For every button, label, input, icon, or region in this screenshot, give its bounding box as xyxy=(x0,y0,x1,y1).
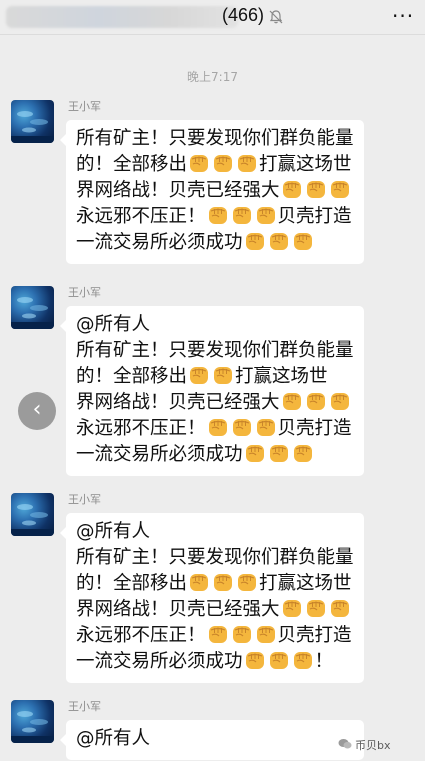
raised-fist-emoji xyxy=(208,207,227,224)
avatar[interactable] xyxy=(11,286,54,329)
message-line: 界网络战！贝壳已经强大 xyxy=(76,390,354,416)
message-text: @所有人 xyxy=(76,728,151,749)
message-line: 一流交易所必须成功 xyxy=(76,442,354,468)
message-timestamp: 晚上7:17 xyxy=(187,70,238,84)
message-line: @所有人 xyxy=(76,519,354,545)
avatar[interactable] xyxy=(11,493,54,536)
message-line: 的！全部移出 打赢这场世 xyxy=(76,364,354,390)
raised-fist-emoji xyxy=(245,233,264,250)
message-line: 界网络战！贝壳已经强大 xyxy=(76,597,354,623)
message-text: 打赢这场世 xyxy=(235,366,328,387)
avatar[interactable] xyxy=(11,100,54,143)
message-text: 所有矿主！只要发现你们群负能量 xyxy=(76,340,354,361)
message-text: 界网络战！贝壳已经强大 xyxy=(76,180,280,201)
message-text: 界网络战！贝壳已经强大 xyxy=(76,599,280,620)
raised-fist-emoji xyxy=(306,393,325,410)
raised-fist-emoji xyxy=(293,652,312,669)
message-bubble[interactable]: @所有人 xyxy=(60,720,364,760)
message-text: 的！全部移出 xyxy=(76,573,188,594)
message-text: 永远邪不压正！ xyxy=(76,206,206,227)
raised-fist-emoji xyxy=(269,652,288,669)
raised-fist-emoji xyxy=(238,574,257,591)
message-text: 贝壳打造 xyxy=(277,418,352,439)
raised-fist-emoji xyxy=(306,600,325,617)
chat-header: (466) ··· xyxy=(0,0,425,35)
chevron-left-icon[interactable]: ‹ xyxy=(18,392,56,430)
message-line: @所有人 xyxy=(76,312,354,338)
raised-fist-emoji xyxy=(190,574,209,591)
message-text: 贝壳打造 xyxy=(277,206,352,227)
raised-fist-emoji xyxy=(330,600,349,617)
message-line: 所有矿主！只要发现你们群负能量 xyxy=(76,545,354,571)
message-line: 永远邪不压正！ 贝壳打造 xyxy=(76,204,354,230)
message-text: 贝壳打造 xyxy=(277,625,352,646)
raised-fist-emoji xyxy=(208,419,227,436)
raised-fist-emoji xyxy=(190,155,209,172)
raised-fist-emoji xyxy=(269,445,288,462)
raised-fist-emoji xyxy=(214,574,233,591)
message-text: 所有矿主！只要发现你们群负能量 xyxy=(76,547,354,568)
message-text: 一流交易所必须成功 xyxy=(76,444,243,465)
message-text: 的！全部移出 xyxy=(76,366,188,387)
raised-fist-emoji xyxy=(208,626,227,643)
message-bubble[interactable]: @所有人所有矿主！只要发现你们群负能量 的！全部移出 打赢这场世界网络战！贝壳已经强… xyxy=(60,513,364,683)
message-text: ！ xyxy=(314,651,334,672)
sender-name: 王小军 xyxy=(68,700,101,713)
raised-fist-emoji xyxy=(282,600,301,617)
message-line: 一流交易所必须成功 ！ xyxy=(76,649,354,675)
message-text: @所有人 xyxy=(76,521,151,542)
wechat-icon xyxy=(338,739,352,749)
message-text: 一流交易所必须成功 xyxy=(76,651,243,672)
message-line: 界网络战！贝壳已经强大 xyxy=(76,178,354,204)
message-text: 永远邪不压正！ xyxy=(76,418,206,439)
message-line: 永远邪不压正！ 贝壳打造 xyxy=(76,416,354,442)
raised-fist-emoji xyxy=(245,445,264,462)
message-line: 所有矿主！只要发现你们群负能量 xyxy=(76,126,354,152)
message-line: @所有人 xyxy=(76,726,354,752)
watermark-text: 币贝bx xyxy=(355,739,391,752)
message-line: 一流交易所必须成功 xyxy=(76,230,354,256)
raised-fist-emoji xyxy=(269,233,288,250)
message-text: @所有人 xyxy=(76,314,151,335)
message-line: 的！全部移出 打赢这场世 xyxy=(76,152,354,178)
raised-fist-emoji xyxy=(256,626,275,643)
bell-off-icon xyxy=(269,10,283,24)
group-member-count: (466) xyxy=(222,5,265,25)
raised-fist-emoji xyxy=(214,155,233,172)
raised-fist-emoji xyxy=(232,419,251,436)
sender-name: 王小军 xyxy=(68,286,101,299)
raised-fist-emoji xyxy=(238,155,257,172)
message-text: 一流交易所必须成功 xyxy=(76,232,243,253)
raised-fist-emoji xyxy=(282,393,301,410)
message-text: 界网络战！贝壳已经强大 xyxy=(76,392,280,413)
group-name-blurred xyxy=(6,6,238,28)
raised-fist-emoji xyxy=(293,445,312,462)
raised-fist-emoji xyxy=(330,181,349,198)
raised-fist-emoji xyxy=(306,181,325,198)
raised-fist-emoji xyxy=(256,419,275,436)
raised-fist-emoji xyxy=(232,626,251,643)
message-line: 所有矿主！只要发现你们群负能量 xyxy=(76,338,354,364)
sender-name: 王小军 xyxy=(68,493,101,506)
raised-fist-emoji xyxy=(330,393,349,410)
raised-fist-emoji xyxy=(256,207,275,224)
message-text: 打赢这场世 xyxy=(259,573,352,594)
raised-fist-emoji xyxy=(245,652,264,669)
message-text: 打赢这场世 xyxy=(259,154,352,175)
message-bubble[interactable]: 所有矿主！只要发现你们群负能量 的！全部移出 打赢这场世 界网络战！贝壳已经强大 永远邪… xyxy=(60,120,364,264)
more-dots-icon[interactable]: ··· xyxy=(392,4,414,28)
raised-fist-emoji xyxy=(282,181,301,198)
raised-fist-emoji xyxy=(214,367,233,384)
message-bubble[interactable]: @所有人所有矿主！只要发现你们群负能量 的！全部移出 打赢这场世界网络战！贝壳已经强… xyxy=(60,306,364,476)
message-text: 所有矿主！只要发现你们群负能量 xyxy=(76,128,354,149)
avatar[interactable] xyxy=(11,700,54,743)
message-line: 永远邪不压正！ 贝壳打造 xyxy=(76,623,354,649)
message-text: 永远邪不压正！ xyxy=(76,625,206,646)
sender-name: 王小军 xyxy=(68,100,101,113)
message-text: 的！全部移出 xyxy=(76,154,188,175)
message-line: 的！全部移出 打赢这场世 xyxy=(76,571,354,597)
raised-fist-emoji xyxy=(293,233,312,250)
raised-fist-emoji xyxy=(232,207,251,224)
raised-fist-emoji xyxy=(190,367,209,384)
